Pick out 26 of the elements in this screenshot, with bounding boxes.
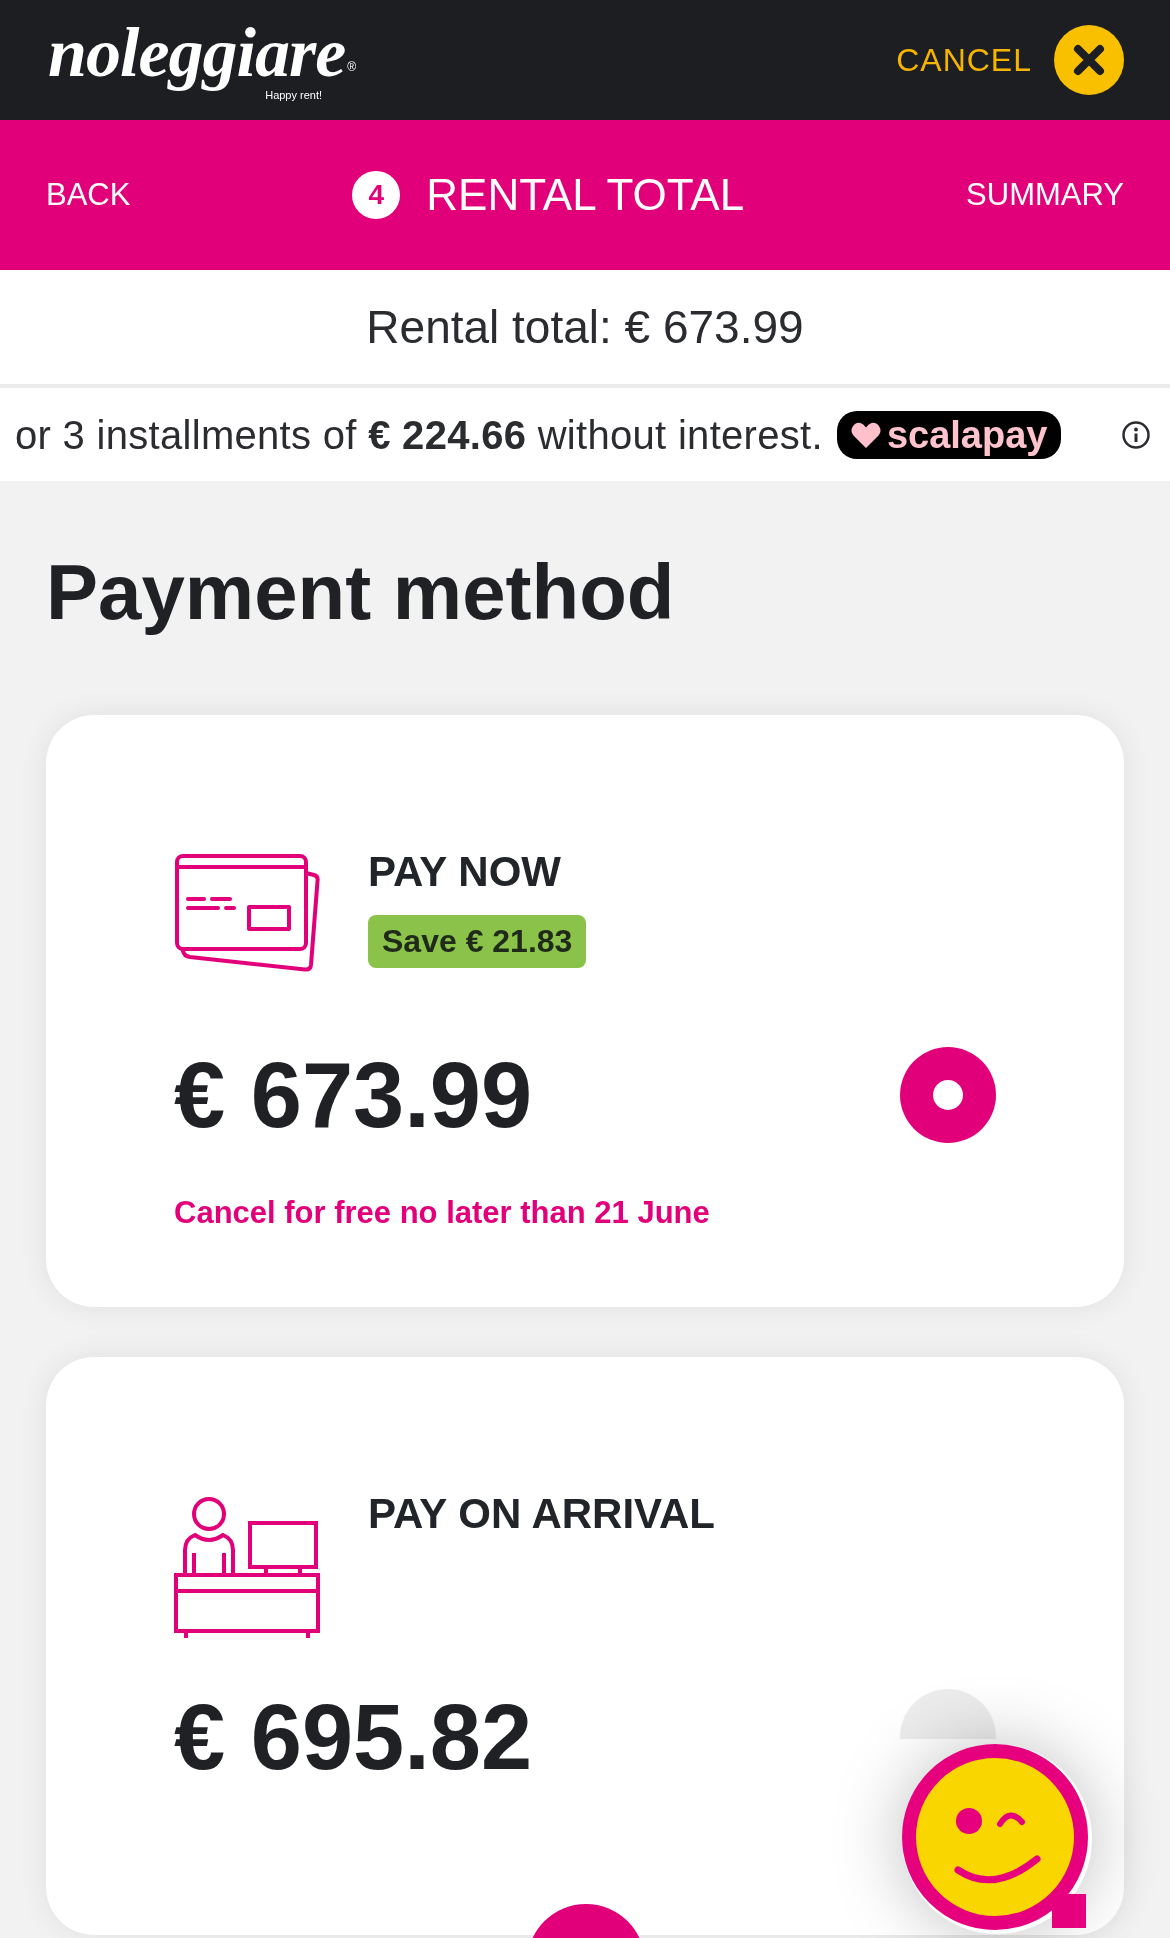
step-title: RENTAL TOTAL bbox=[426, 169, 745, 221]
radio-button[interactable] bbox=[900, 1689, 996, 1739]
close-icon bbox=[1054, 25, 1124, 95]
payment-option-card[interactable]: PAY ON ARRIVAL € 695.82 bbox=[46, 1357, 1124, 1935]
registered-mark: ® bbox=[347, 60, 357, 74]
savings-badge: Save € 21.83 bbox=[368, 915, 587, 968]
section-heading: Payment method bbox=[46, 547, 675, 637]
option-price: € 673.99 bbox=[174, 1045, 533, 1145]
installments-text: or 3 installments of € 224.66 without interest. bbox=[15, 411, 823, 459]
back-button[interactable]: BACK bbox=[46, 177, 131, 213]
cancel-button[interactable]: CANCEL bbox=[896, 25, 1124, 95]
reception-desk-icon bbox=[174, 1495, 320, 1641]
summary-button[interactable]: SUMMARY bbox=[966, 177, 1124, 213]
rental-total: Rental total: € 673.99 bbox=[366, 300, 804, 354]
radio-button[interactable] bbox=[900, 1047, 996, 1143]
credit-cards-icon bbox=[174, 853, 320, 973]
option-title: PAY NOW bbox=[368, 847, 561, 897]
info-icon[interactable] bbox=[1122, 420, 1150, 449]
option-price: € 695.82 bbox=[174, 1687, 533, 1787]
scalapay-wordmark: scalapay bbox=[886, 412, 1048, 457]
cancellation-note: Cancel for free no later than 21 June bbox=[174, 1195, 710, 1231]
option-title: PAY ON ARRIVAL bbox=[368, 1489, 715, 1539]
payment-option-card[interactable]: PAY NOW Save € 21.83 € 673.99 Cancel for free no later than 21 June bbox=[46, 715, 1124, 1307]
step-number: 4 bbox=[352, 171, 401, 219]
heart-icon bbox=[850, 421, 881, 448]
logo-tagline: Happy rent! bbox=[265, 89, 323, 102]
